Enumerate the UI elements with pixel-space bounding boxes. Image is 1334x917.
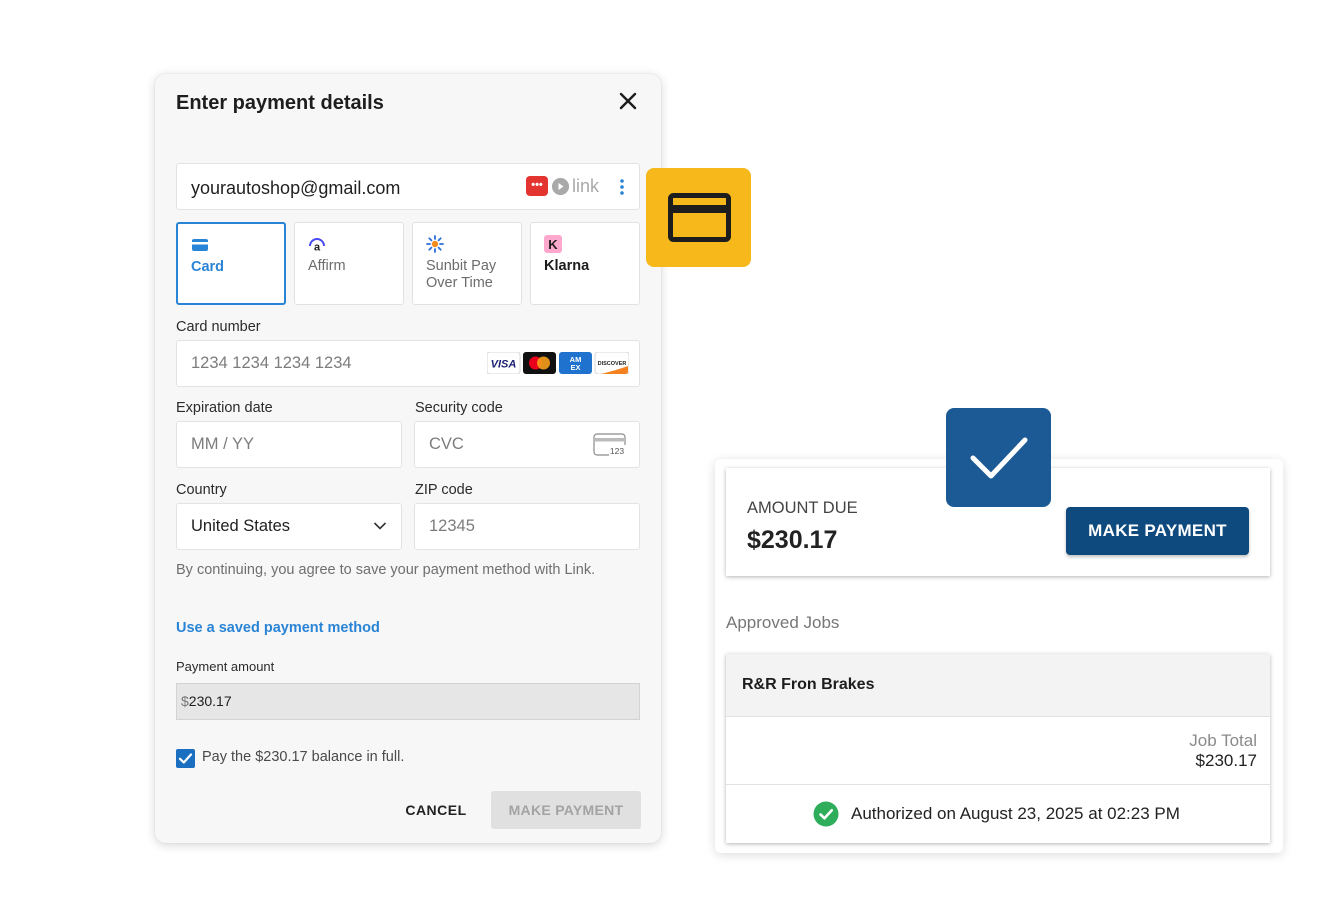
job-card: R&R Fron Brakes Job Total $230.17 Author… (726, 654, 1270, 843)
use-saved-payment-link[interactable]: Use a saved payment method (176, 620, 380, 636)
card-number-placeholder: 1234 1234 1234 1234 (191, 354, 352, 372)
job-total-value: $230.17 (1195, 751, 1257, 770)
job-name: R&R Fron Brakes (742, 676, 875, 693)
svg-text:VISA: VISA (491, 359, 517, 371)
affirm-icon: a (309, 238, 325, 254)
expiration-placeholder: MM / YY (191, 435, 254, 453)
security-code-placeholder: CVC (429, 435, 464, 453)
expiration-input[interactable]: MM / YY (176, 421, 402, 468)
tab-affirm[interactable]: a Affirm (294, 222, 404, 305)
success-badge (946, 408, 1051, 507)
chevron-down-icon (373, 522, 387, 530)
cancel-button[interactable]: CANCEL (389, 791, 483, 829)
tab-affirm-label: Affirm (308, 258, 346, 274)
payment-dialog: Enter payment details yourautoshop@gmail… (155, 74, 661, 843)
divider (726, 784, 1270, 785)
country-label: Country (176, 482, 227, 498)
card-brands-icon: VISA AM EX DISCOVER (487, 352, 629, 374)
cvc-card-icon: 123 (593, 433, 626, 456)
more-vertical-icon[interactable] (615, 176, 629, 198)
svg-text:DISCOVER: DISCOVER (598, 361, 627, 367)
country-value: United States (191, 517, 291, 535)
dialog-title: Enter payment details (176, 92, 384, 114)
zip-input[interactable]: 12345 (414, 503, 640, 550)
tab-sunbit-label-text: Sunbit Pay Over Time (426, 258, 497, 291)
expiration-label: Expiration date (176, 400, 273, 416)
security-code-label: Security code (415, 400, 503, 416)
zip-placeholder: 12345 (429, 517, 475, 535)
payment-amount-label: Payment amount (176, 659, 275, 674)
make-payment-button[interactable]: MAKE PAYMENT (1066, 507, 1249, 555)
tab-card-label: Card (191, 259, 225, 275)
check-circle-icon (813, 801, 839, 827)
cvc-icon-text: 123 (610, 446, 624, 456)
country-select[interactable]: United States (176, 503, 402, 550)
card-number-label: Card number (176, 319, 261, 335)
tab-sunbit[interactable]: Sunbit Pay Over Time (412, 222, 522, 305)
amount-due-value: $230.17 (747, 526, 838, 554)
sunbit-icon (426, 235, 444, 253)
account-panel: AMOUNT DUE $230.17 MAKE PAYMENT Approved… (715, 459, 1283, 853)
link-email-field[interactable]: yourautoshop@gmail.com ••• link (176, 163, 640, 210)
tab-klarna-label: Klarna (544, 258, 590, 274)
svg-text:a: a (314, 242, 321, 254)
checkmark-icon (970, 437, 1028, 479)
link-brand-text: link (572, 176, 600, 196)
currency-prefix: $ (181, 693, 189, 709)
link-play-icon (552, 178, 569, 195)
amount-due-label: AMOUNT DUE (747, 499, 858, 517)
pay-in-full-label: Pay the $230.17 balance in full. (202, 749, 405, 765)
email-value: yourautoshop@gmail.com (191, 178, 401, 198)
card-icon (192, 239, 208, 251)
payment-amount-value: 230.17 (188, 693, 232, 709)
job-total-label: Job Total (1189, 731, 1257, 750)
payment-amount-input[interactable]: $230.17 (176, 683, 640, 720)
job-header: R&R Fron Brakes (726, 654, 1270, 717)
klarna-icon: K (544, 235, 562, 253)
svg-text:EX: EX (570, 363, 580, 372)
checkmark-icon (178, 753, 193, 764)
tab-sunbit-label: Sunbit Pay Over Time (426, 258, 496, 292)
close-icon[interactable] (617, 90, 639, 112)
security-code-input[interactable]: CVC 123 (414, 421, 640, 468)
svg-text:K: K (548, 237, 558, 252)
credit-card-icon (668, 193, 731, 242)
consent-text: By continuing, you agree to save your pa… (176, 562, 596, 578)
dialog-make-payment-button[interactable]: MAKE PAYMENT (491, 791, 641, 829)
pay-in-full-checkbox[interactable] (176, 749, 195, 768)
tab-klarna[interactable]: K Klarna (530, 222, 640, 305)
zip-label: ZIP code (415, 482, 473, 498)
credit-card-badge (646, 168, 751, 267)
card-number-input[interactable]: 1234 1234 1234 1234 VISA AM EX DISCOVER (176, 340, 640, 387)
link-logo-icon: ••• (526, 176, 548, 196)
approved-jobs-heading: Approved Jobs (726, 613, 840, 632)
tab-card[interactable]: Card (176, 222, 286, 305)
authorized-status: Authorized on August 23, 2025 at 02:23 P… (851, 804, 1180, 823)
